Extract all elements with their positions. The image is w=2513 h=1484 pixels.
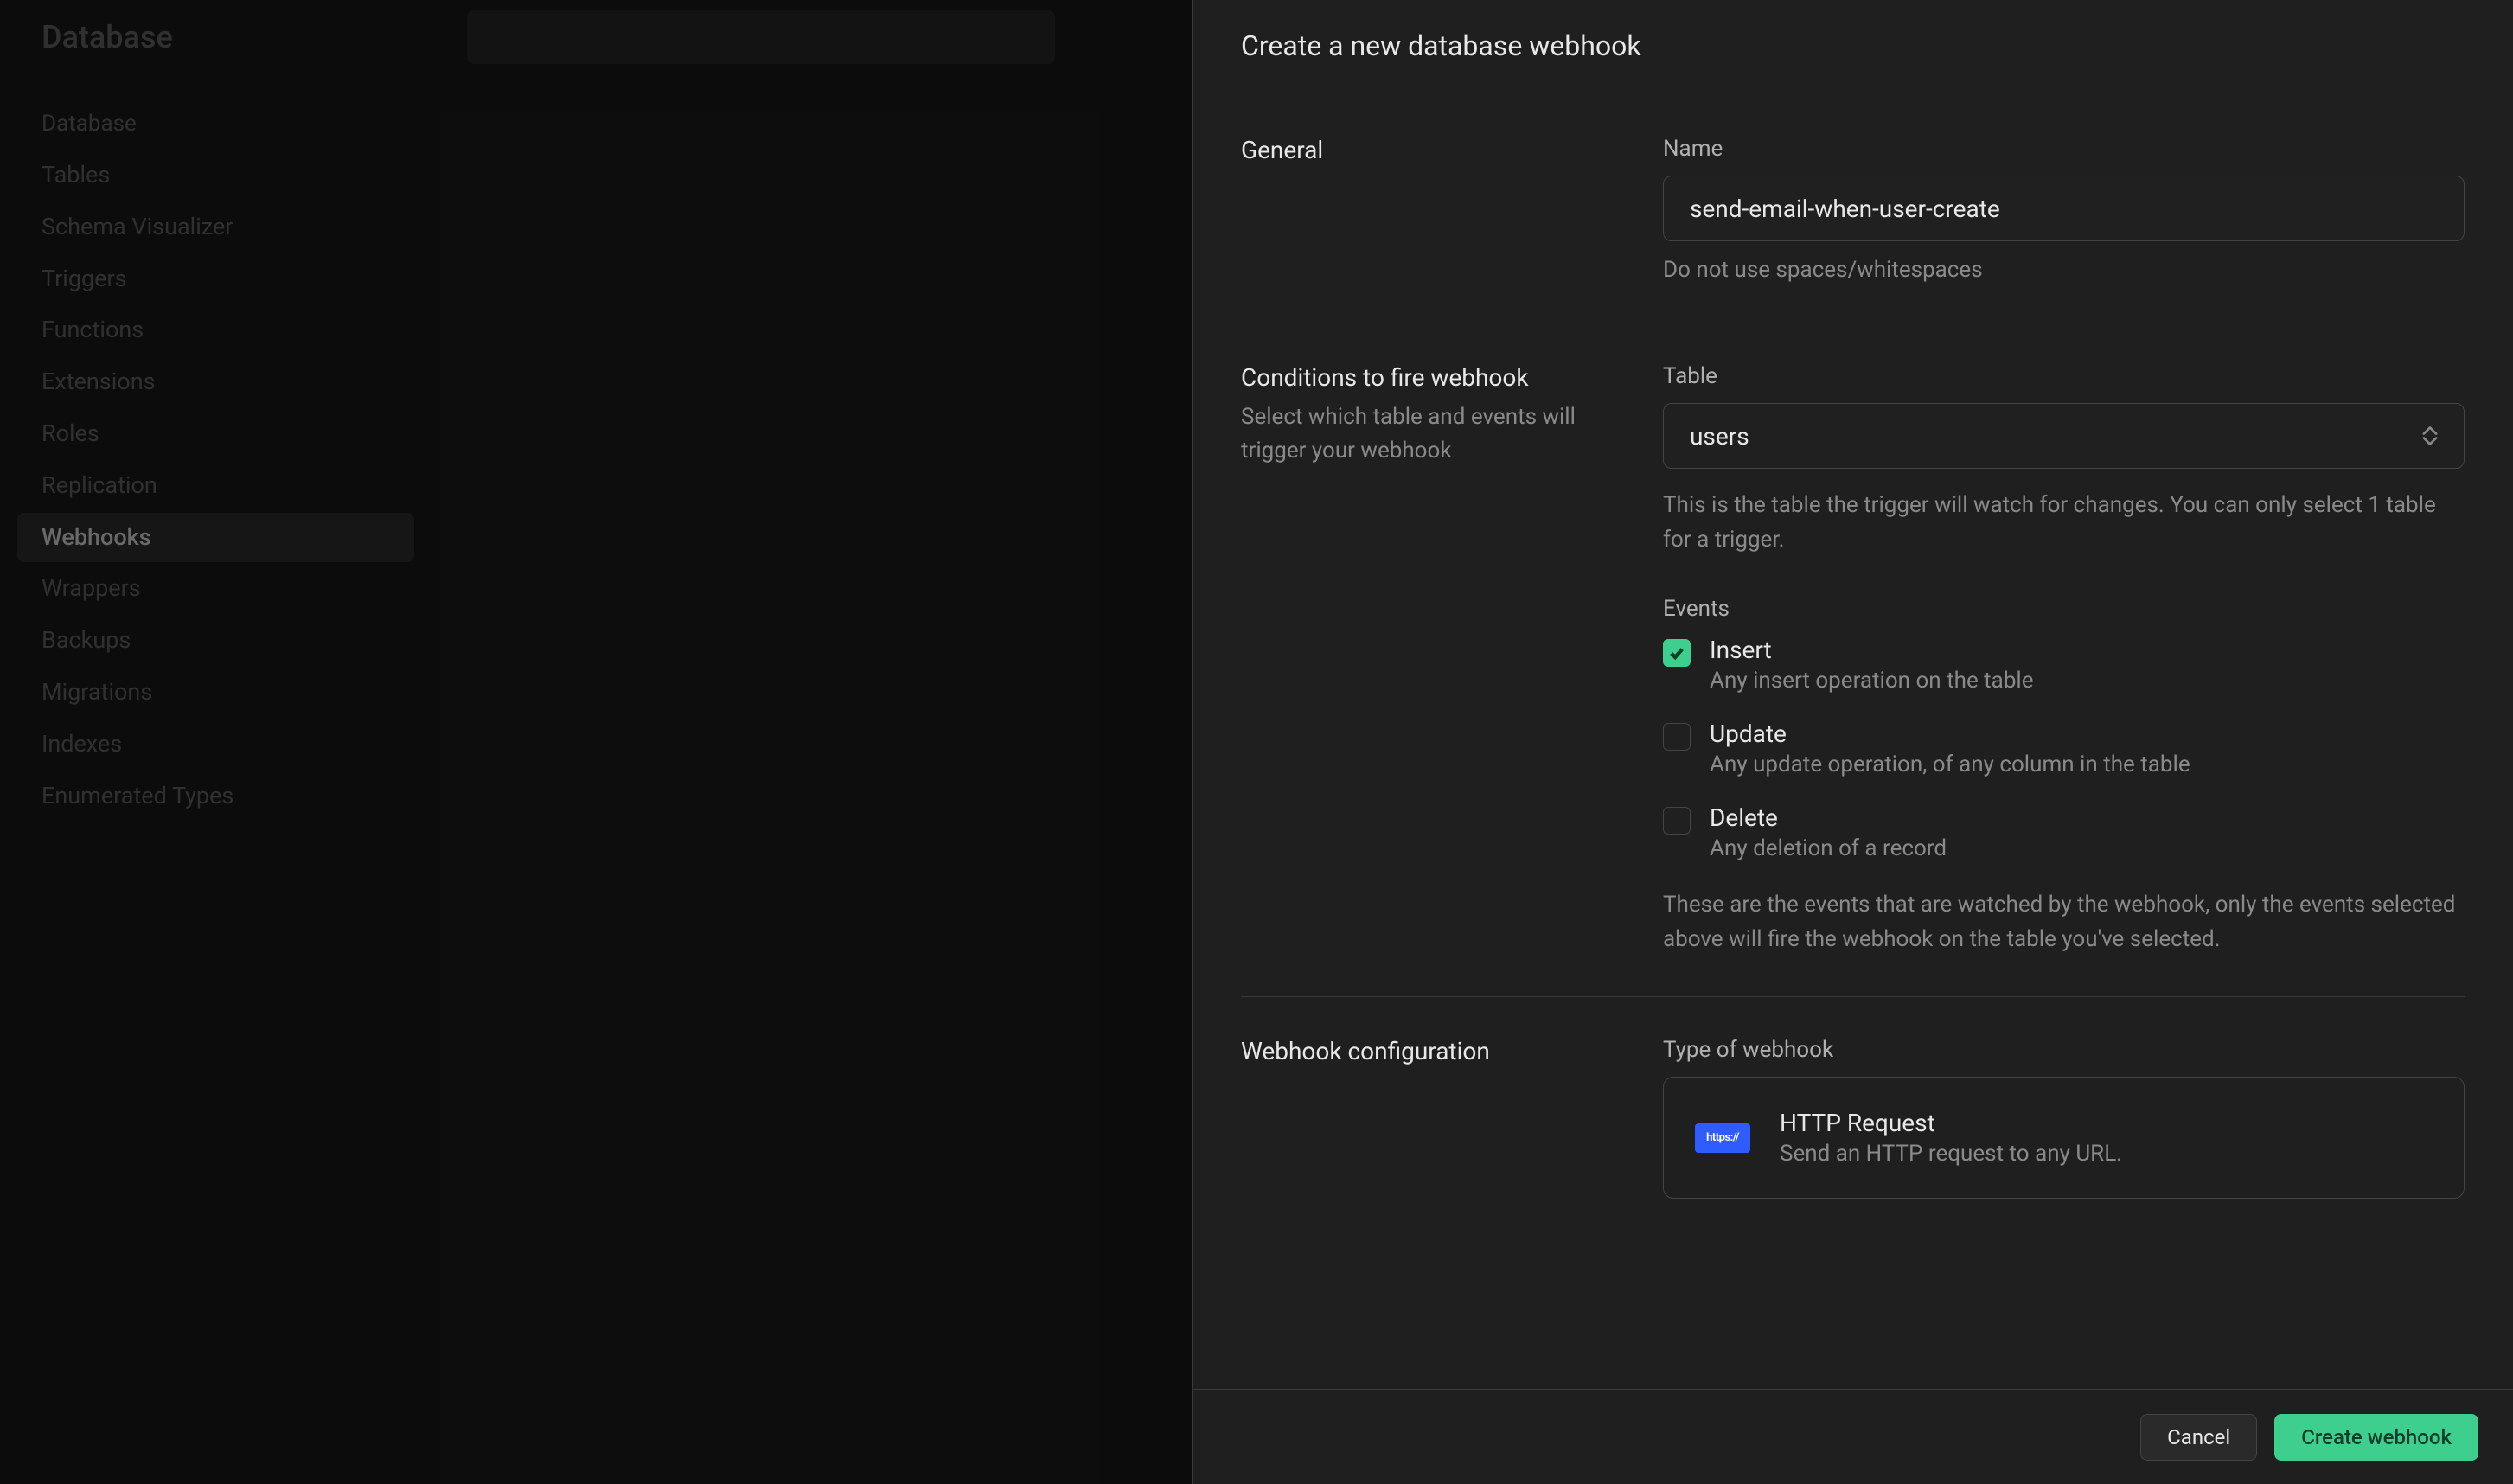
sidebar-item-backups[interactable]: Backups — [17, 616, 414, 666]
type-desc: Send an HTTP request to any URL. — [1780, 1141, 2122, 1167]
check-icon — [1668, 644, 1685, 662]
webhook-type-card[interactable]: https:// HTTP Request Send an HTTP reque… — [1663, 1077, 2465, 1199]
sidebar-item-label: Tables — [42, 161, 110, 189]
sidebar-item-extensions[interactable]: Extensions — [17, 357, 414, 407]
http-badge-icon: https:// — [1695, 1123, 1750, 1153]
modal-footer: Cancel Create webhook — [1193, 1389, 2513, 1484]
event-insert-checkbox[interactable] — [1663, 639, 1691, 667]
create-webhook-button[interactable]: Create webhook — [2274, 1414, 2478, 1461]
event-update-checkbox[interactable] — [1663, 723, 1691, 751]
modal-title: Create a new database webhook — [1241, 29, 2465, 62]
sidebar-item-label: Extensions — [42, 368, 156, 395]
sidebar-item-label: Replication — [42, 471, 157, 499]
modal-header: Create a new database webhook — [1193, 0, 2513, 93]
search-input[interactable] — [467, 10, 1055, 64]
sidebar-item-label: Backups — [42, 626, 131, 654]
event-row-delete: Delete Any deletion of a record — [1663, 803, 2465, 861]
section-heading-config: Webhook configuration — [1241, 1037, 1621, 1065]
type-title: HTTP Request — [1780, 1109, 2122, 1137]
events-label: Events — [1663, 596, 2465, 622]
sidebar-item-functions[interactable]: Functions — [17, 305, 414, 355]
sidebar-item-indexes[interactable]: Indexes — [17, 720, 414, 770]
table-helper: This is the table the trigger will watch… — [1663, 488, 2465, 558]
sidebar-item-triggers[interactable]: Triggers — [17, 254, 414, 304]
sidebar-item-label: Indexes — [42, 730, 122, 758]
sidebar-header: Database — [0, 0, 432, 74]
sidebar-item-label: Triggers — [42, 265, 127, 292]
sidebar-title: Database — [42, 19, 173, 55]
name-label: Name — [1663, 136, 2465, 162]
table-label: Table — [1663, 363, 2465, 389]
name-helper: Do not use spaces/whitespaces — [1663, 257, 2465, 283]
sidebar-group-label: Database — [17, 106, 414, 149]
table-select-value: users — [1690, 422, 1749, 451]
section-heading-general: General — [1241, 136, 1621, 164]
section-heading-conditions: Conditions to fire webhook — [1241, 363, 1621, 392]
type-label: Type of webhook — [1663, 1037, 2465, 1063]
section-sub-conditions: Select which table and events will trigg… — [1241, 400, 1604, 468]
sidebar-item-label: Roles — [42, 419, 99, 447]
field-events: Events Insert Any insert operation on th… — [1663, 596, 2465, 957]
event-delete-checkbox[interactable] — [1663, 807, 1691, 835]
sidebar: Database Database Tables Schema Visualiz… — [0, 0, 432, 1484]
sidebar-item-label: Functions — [42, 316, 144, 343]
cancel-button[interactable]: Cancel — [2140, 1414, 2257, 1461]
field-webhook-type: Type of webhook https:// HTTP Request Se… — [1663, 1037, 2465, 1199]
sidebar-item-enumerated-types[interactable]: Enumerated Types — [17, 771, 414, 822]
sidebar-item-label: Enumerated Types — [42, 782, 233, 809]
event-insert-desc: Any insert operation on the table — [1710, 668, 2034, 694]
event-insert-title: Insert — [1710, 636, 2034, 664]
event-row-update: Update Any update operation, of any colu… — [1663, 720, 2465, 777]
modal-body[interactable]: General Name Do not use spaces/whitespac… — [1193, 93, 2513, 1389]
create-webhook-button-label: Create webhook — [2301, 1425, 2452, 1449]
sidebar-item-roles[interactable]: Roles — [17, 409, 414, 459]
sidebar-item-schema-visualizer[interactable]: Schema Visualizer — [17, 202, 414, 253]
sidebar-item-wrappers[interactable]: Wrappers — [17, 564, 414, 614]
table-select[interactable]: users — [1663, 403, 2465, 469]
cancel-button-label: Cancel — [2167, 1425, 2230, 1449]
events-helper: These are the events that are watched by… — [1663, 887, 2465, 957]
field-table: Table users This is the table the trigge… — [1663, 363, 2465, 558]
create-webhook-modal: Create a new database webhook General Na… — [1192, 0, 2513, 1484]
event-row-insert: Insert Any insert operation on the table — [1663, 636, 2465, 694]
sidebar-item-label: Wrappers — [42, 574, 141, 602]
section-config: Webhook configuration Type of webhook ht… — [1241, 996, 2465, 1207]
chevron-up-down-icon — [2422, 426, 2438, 445]
sidebar-item-tables[interactable]: Tables — [17, 150, 414, 201]
sidebar-item-replication[interactable]: Replication — [17, 461, 414, 511]
sidebar-item-migrations[interactable]: Migrations — [17, 668, 414, 718]
name-input[interactable] — [1663, 176, 2465, 241]
section-general: General Name Do not use spaces/whitespac… — [1241, 118, 2465, 323]
field-name: Name Do not use spaces/whitespaces — [1663, 136, 2465, 283]
sidebar-item-webhooks[interactable]: Webhooks — [17, 513, 414, 563]
event-update-title: Update — [1710, 720, 2190, 748]
sidebar-nav: Database Tables Schema Visualizer Trigge… — [0, 74, 432, 852]
event-delete-desc: Any deletion of a record — [1710, 835, 1947, 861]
sidebar-item-label: Webhooks — [42, 523, 151, 551]
event-delete-title: Delete — [1710, 803, 1947, 832]
event-update-desc: Any update operation, of any column in t… — [1710, 752, 2190, 777]
sidebar-item-label: Schema Visualizer — [42, 213, 233, 240]
sidebar-item-label: Migrations — [42, 678, 152, 706]
section-conditions: Conditions to fire webhook Select which … — [1241, 323, 2465, 996]
